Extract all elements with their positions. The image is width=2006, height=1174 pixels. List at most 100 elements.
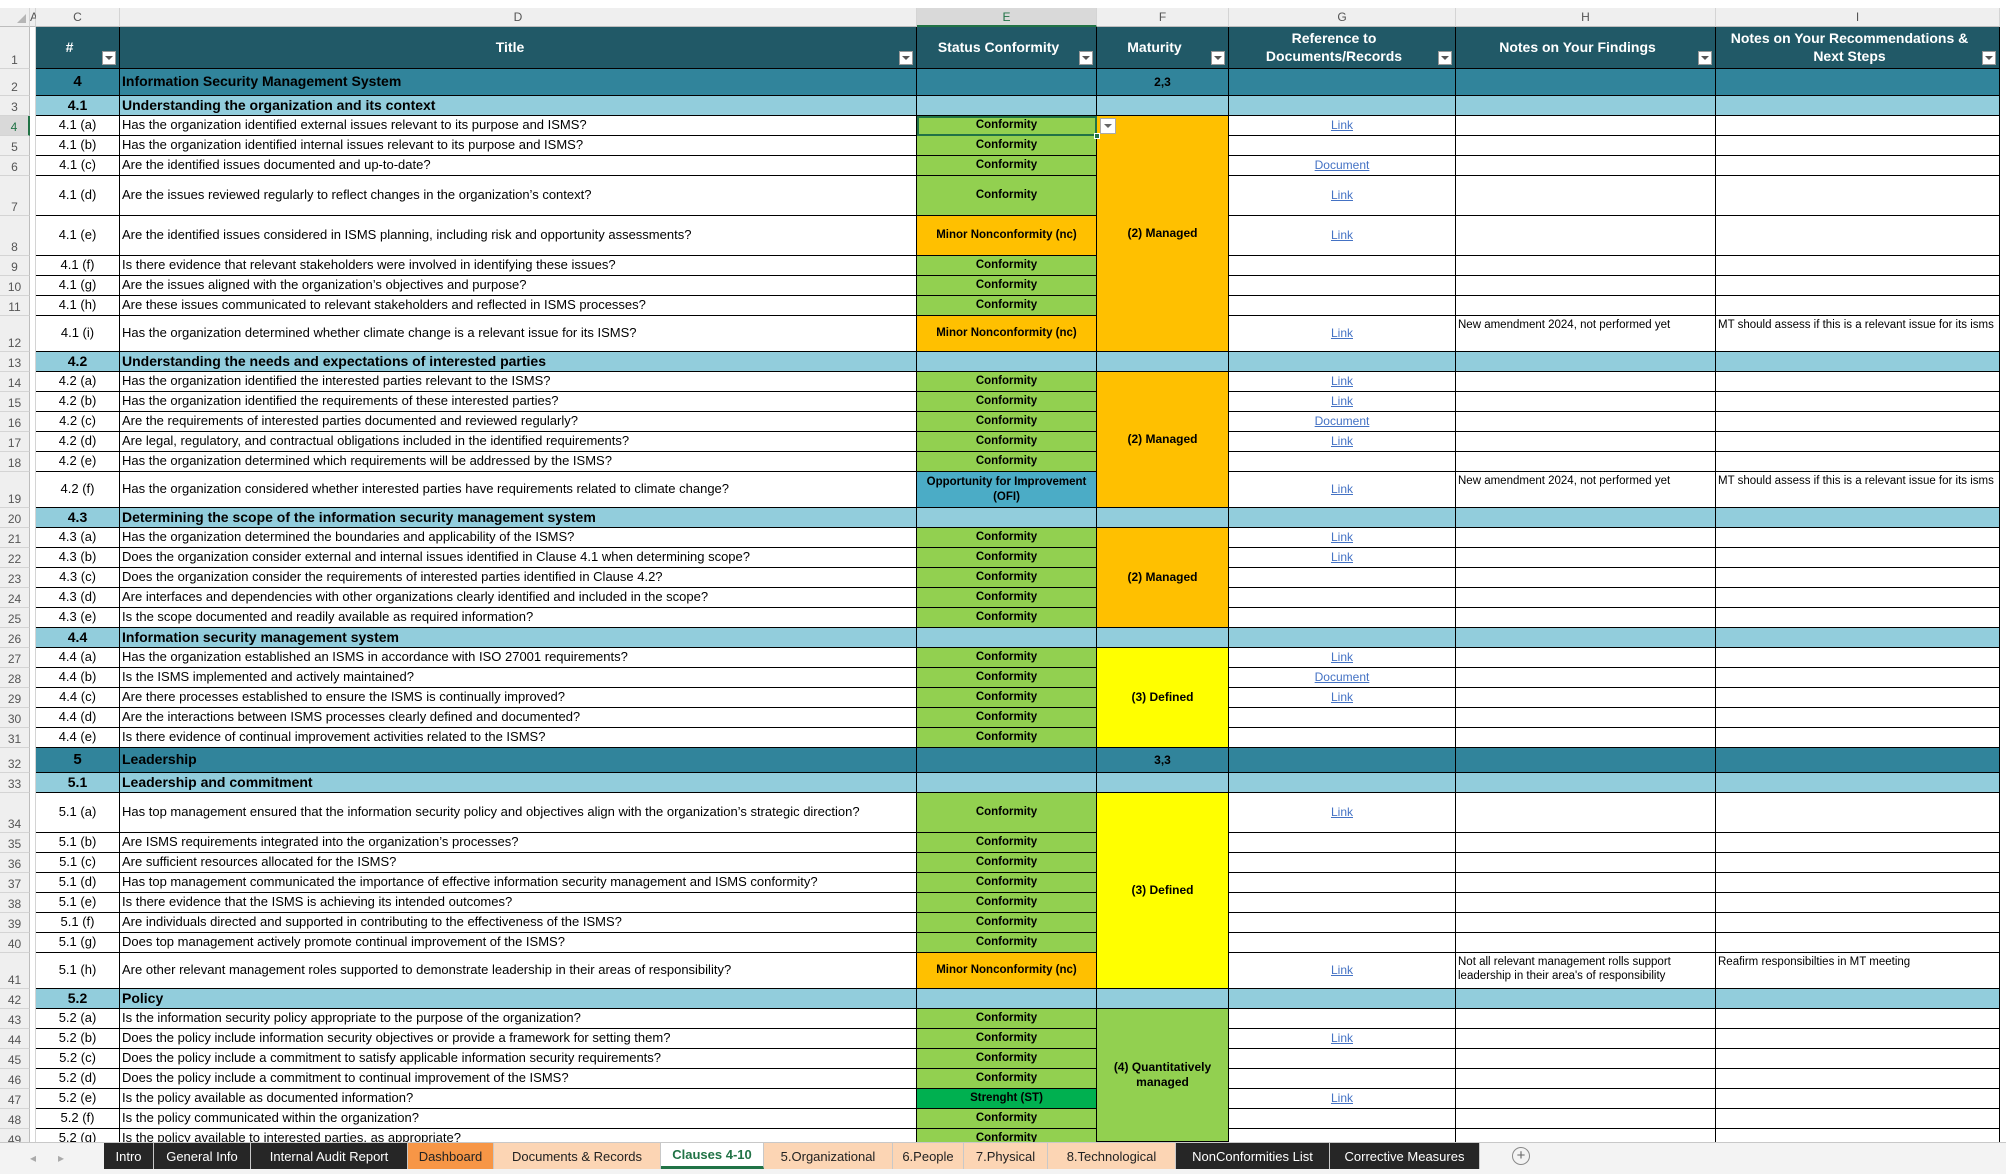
findings-cell[interactable] xyxy=(1456,216,1716,256)
status-cell[interactable]: Conformity xyxy=(917,568,1097,588)
findings-cell[interactable] xyxy=(1456,648,1716,668)
row-header[interactable]: 21 xyxy=(0,528,30,548)
question-number[interactable]: 5.2 (e) xyxy=(36,1089,120,1109)
question-number[interactable]: 4.4 (a) xyxy=(36,648,120,668)
reference-link[interactable]: Link xyxy=(1229,953,1456,989)
column-header-f[interactable]: F xyxy=(1097,8,1229,27)
findings-cell[interactable] xyxy=(1456,608,1716,628)
row-header[interactable]: 35 xyxy=(0,833,30,853)
reference-cell[interactable] xyxy=(1229,628,1456,648)
sheet-tab-dashboard[interactable]: Dashboard xyxy=(408,1143,494,1169)
row-header[interactable]: 17 xyxy=(0,432,30,452)
maturity-level[interactable]: (3) Defined xyxy=(1097,793,1229,989)
status-cell[interactable] xyxy=(917,508,1097,528)
question-number[interactable]: 5.2 (d) xyxy=(36,1069,120,1089)
filter-dropdown-icon[interactable] xyxy=(1211,51,1225,65)
recommendations-cell[interactable] xyxy=(1716,708,2000,728)
row-header[interactable]: 29 xyxy=(0,688,30,708)
sheet-tab-internal-audit-report[interactable]: Internal Audit Report xyxy=(251,1143,408,1169)
question-number[interactable]: 5.2 (a) xyxy=(36,1009,120,1029)
maturity-score[interactable]: 2,3 xyxy=(1097,69,1229,96)
question-number[interactable]: 5.2 (g) xyxy=(36,1129,120,1142)
recommendations-cell[interactable] xyxy=(1716,853,2000,873)
question-title[interactable]: Is there evidence of continual improveme… xyxy=(120,728,917,748)
findings-cell[interactable] xyxy=(1456,748,1716,773)
question-title[interactable]: Has the organization considered whether … xyxy=(120,472,917,508)
question-number[interactable]: 4.3 (c) xyxy=(36,568,120,588)
question-title[interactable]: Is the policy available as documented in… xyxy=(120,1089,917,1109)
question-title[interactable]: Are the issues reviewed regularly to ref… xyxy=(120,176,917,216)
row-header[interactable]: 20 xyxy=(0,508,30,528)
question-title[interactable]: Are the identified issues documented and… xyxy=(120,156,917,176)
reference-cell[interactable] xyxy=(1229,508,1456,528)
row-header[interactable]: 46 xyxy=(0,1069,30,1089)
row-header[interactable]: 11 xyxy=(0,296,30,316)
reference-cell[interactable] xyxy=(1229,1129,1456,1142)
findings-cell[interactable] xyxy=(1456,176,1716,216)
recommendations-cell[interactable] xyxy=(1716,528,2000,548)
question-number[interactable]: 5.1 (e) xyxy=(36,893,120,913)
question-title[interactable]: Are there processes established to ensur… xyxy=(120,688,917,708)
reference-cell[interactable] xyxy=(1229,873,1456,893)
findings-cell[interactable] xyxy=(1456,96,1716,116)
question-number[interactable]: 4.2 (a) xyxy=(36,372,120,392)
question-title[interactable]: Does the policy include a commitment to … xyxy=(120,1069,917,1089)
recommendations-cell[interactable] xyxy=(1716,548,2000,568)
question-number[interactable]: 4.4 (b) xyxy=(36,668,120,688)
reference-cell[interactable] xyxy=(1229,913,1456,933)
status-cell[interactable]: Conformity xyxy=(917,933,1097,953)
recommendations-cell[interactable] xyxy=(1716,773,2000,793)
reference-link[interactable]: Link xyxy=(1229,548,1456,568)
findings-cell[interactable] xyxy=(1456,528,1716,548)
question-title[interactable]: Are individuals directed and supported i… xyxy=(120,913,917,933)
status-cell[interactable]: Conformity xyxy=(917,833,1097,853)
question-number[interactable]: 4.2 (d) xyxy=(36,432,120,452)
row-header[interactable]: 36 xyxy=(0,853,30,873)
recommendations-cell[interactable] xyxy=(1716,1029,2000,1049)
question-title[interactable]: Are the requirements of interested parti… xyxy=(120,412,917,432)
fill-handle[interactable] xyxy=(1094,133,1100,139)
findings-cell[interactable] xyxy=(1456,853,1716,873)
reference-cell[interactable] xyxy=(1229,748,1456,773)
recommendations-cell[interactable] xyxy=(1716,688,2000,708)
question-number[interactable]: 4.1 (b) xyxy=(36,136,120,156)
findings-cell[interactable] xyxy=(1456,1009,1716,1029)
reference-link[interactable]: Link xyxy=(1229,116,1456,136)
recommendations-cell[interactable] xyxy=(1716,372,2000,392)
sheet-tab-intro[interactable]: Intro xyxy=(104,1143,154,1169)
sheet-tab-nonconformities-list[interactable]: NonConformities List xyxy=(1176,1143,1330,1169)
row-header[interactable]: 5 xyxy=(0,136,30,156)
reference-cell[interactable] xyxy=(1229,728,1456,748)
status-cell[interactable]: Conformity xyxy=(917,668,1097,688)
question-title[interactable]: Has the organization established an ISMS… xyxy=(120,648,917,668)
reference-cell[interactable] xyxy=(1229,1009,1456,1029)
reference-link[interactable]: Link xyxy=(1229,472,1456,508)
row-header[interactable]: 3 xyxy=(0,96,30,116)
reference-cell[interactable] xyxy=(1229,256,1456,276)
recommendations-cell[interactable] xyxy=(1716,452,2000,472)
maturity-cell[interactable] xyxy=(1097,773,1229,793)
recommendations-cell[interactable] xyxy=(1716,392,2000,412)
question-number[interactable]: 4.3 (b) xyxy=(36,548,120,568)
filter-dropdown-icon[interactable] xyxy=(1982,51,1996,65)
status-cell[interactable]: Conformity xyxy=(917,1049,1097,1069)
status-cell[interactable]: Conformity xyxy=(917,1029,1097,1049)
question-title[interactable]: Has the organization determined whether … xyxy=(120,316,917,352)
status-cell[interactable]: Conformity xyxy=(917,893,1097,913)
reference-link[interactable]: Link xyxy=(1229,316,1456,352)
status-cell[interactable] xyxy=(917,96,1097,116)
findings-cell[interactable] xyxy=(1456,372,1716,392)
section-title[interactable]: Information security management system xyxy=(120,628,917,648)
question-number[interactable]: 4.1 (d) xyxy=(36,176,120,216)
row-header[interactable]: 18 xyxy=(0,452,30,472)
recommendations-cell[interactable] xyxy=(1716,1049,2000,1069)
question-title[interactable]: Are other relevant management roles supp… xyxy=(120,953,917,989)
question-number[interactable]: 4.3 (d) xyxy=(36,588,120,608)
question-number[interactable]: 4.3 (a) xyxy=(36,528,120,548)
row-header[interactable]: 19 xyxy=(0,472,30,508)
row-header[interactable]: 28 xyxy=(0,668,30,688)
question-number[interactable]: 4.2 (f) xyxy=(36,472,120,508)
row-header[interactable]: 32 xyxy=(0,748,30,773)
maturity-level[interactable]: (2) Managed xyxy=(1097,528,1229,628)
maturity-cell[interactable] xyxy=(1097,989,1229,1009)
